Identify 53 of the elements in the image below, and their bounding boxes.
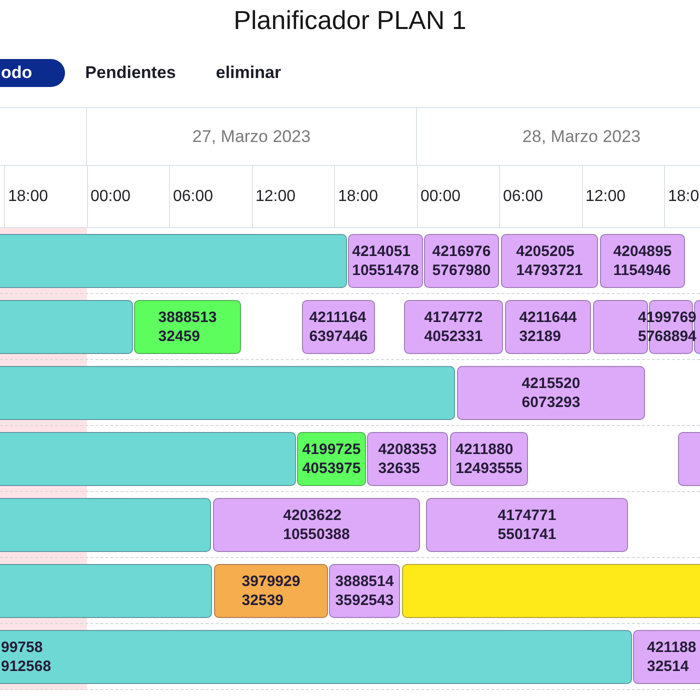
hour-label: 18:00: [338, 188, 378, 206]
date-label: 28, Marzo 2023: [522, 126, 641, 146]
task-number: 4204895: [613, 242, 672, 261]
task-number: 32189: [519, 327, 561, 346]
task-number: 4211880: [456, 440, 514, 459]
hour-label: 06:00: [503, 188, 544, 206]
task-number: 32539: [242, 591, 284, 610]
task-number: 32635: [378, 459, 420, 478]
hour-label: 18:00: [8, 188, 48, 206]
task-number: 6073293: [522, 393, 580, 412]
task-number: 4053975: [302, 459, 361, 478]
hour-label: 18:0: [668, 188, 700, 206]
task-number: 1154946: [613, 261, 671, 280]
task-number: 3979929: [242, 572, 300, 591]
filter-tab[interactable]: eliminar: [196, 59, 302, 87]
filter-tab[interactable]: odo: [0, 59, 66, 87]
hour-label: 06:00: [173, 188, 214, 206]
task-number: 5501741: [498, 525, 556, 544]
hour-label: 00:00: [420, 188, 461, 206]
task-number: 3888513: [158, 308, 217, 327]
task-number: 4174771: [498, 506, 556, 525]
task-number: 10551478: [352, 261, 419, 280]
task-number: 4215520: [522, 374, 580, 393]
filter-tab[interactable]: Pendientes: [65, 59, 196, 87]
task-number: 4199769: [638, 308, 696, 327]
date-label: 27, Marzo 2023: [192, 126, 311, 146]
task-number: 4203622: [283, 506, 342, 525]
task-number: 421188: [647, 638, 696, 657]
task-number: 3888514: [335, 572, 394, 591]
task-number: 4052331: [424, 327, 483, 346]
task-number: 14793721: [516, 261, 583, 280]
task-number: 5767980: [432, 261, 491, 280]
task-number: 4211644: [519, 308, 577, 327]
task-number: 6397446: [309, 327, 368, 346]
task-number: 10550388: [283, 525, 350, 544]
task-number: 4174772: [424, 308, 483, 327]
task-number: 5768894: [638, 327, 696, 346]
task-number: 4216976: [432, 242, 491, 261]
task-number: 4211164: [309, 308, 366, 327]
hour-label: 12:00: [256, 188, 296, 206]
task-number: 12493555: [456, 459, 522, 478]
hour-label: 00:00: [90, 188, 131, 206]
task-number: 4214051: [352, 242, 411, 261]
task-number: 99758: [1, 638, 43, 657]
task-number: 3592543: [335, 591, 394, 610]
task-number: 4199725: [302, 440, 361, 459]
hour-label: 12:00: [586, 188, 626, 206]
page-title: Planificador PLAN 1: [234, 4, 466, 34]
task-number: 32459: [158, 327, 200, 346]
task-number: 912568: [1, 657, 52, 676]
task-number: 32514: [647, 657, 689, 676]
task-number: 4208353: [378, 440, 437, 459]
task-number: 4205205: [516, 242, 575, 261]
